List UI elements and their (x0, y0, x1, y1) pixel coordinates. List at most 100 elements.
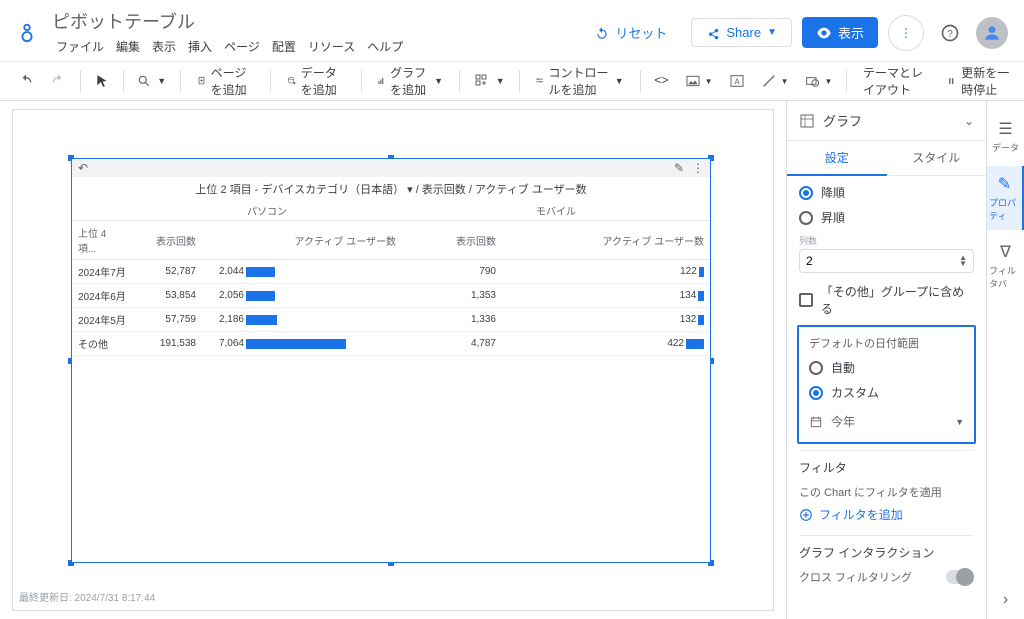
more-options-button[interactable]: ⋮ (888, 15, 924, 51)
date-picker[interactable]: 今年 ▼ (809, 409, 964, 434)
sort-section: 降順 昇順 列数 ▲▼ 「その他」グループに含める (799, 184, 974, 317)
collapse-panel-icon[interactable]: ⌄ (964, 114, 974, 128)
interaction-title: グラフ インタラクション (799, 544, 974, 561)
menu-page[interactable]: ページ (220, 36, 264, 57)
pc-views-cell: 53,854 (132, 284, 202, 308)
rail-data[interactable]: ☰ データ (987, 111, 1024, 162)
menu-edit[interactable]: 編集 (112, 36, 144, 57)
chart-more-icon[interactable]: ⋮ (692, 161, 704, 175)
column-group-headers: パソコン モバイル (72, 201, 710, 220)
calendar-icon (809, 415, 823, 429)
shape-button[interactable]: ▼ (798, 69, 838, 93)
page-plus-icon (197, 73, 207, 89)
text-button[interactable]: A (723, 69, 751, 93)
mobile-views-cell: 1,353 (402, 284, 502, 308)
chevron-down-icon: ▼ (767, 27, 777, 38)
chart-content: ↶ ✎ ⋮ 上位 2 項目 - デバイスカテゴリ（日本語） ▾ / 表示回数 /… (71, 158, 711, 563)
grid-plus-icon (474, 73, 490, 89)
tab-style[interactable]: スタイル (887, 141, 987, 176)
eye-icon (816, 25, 832, 41)
rail-filterbar[interactable]: ∇ フィルタバ (987, 234, 1024, 298)
add-chart-label: グラフを追加 (390, 64, 430, 98)
menu-insert[interactable]: 挿入 (184, 36, 216, 57)
add-filter-link[interactable]: フィルタを追加 (799, 506, 974, 523)
text-icon: A (729, 73, 745, 89)
menu-resource[interactable]: リソース (304, 36, 359, 57)
include-other-checkbox[interactable]: 「その他」グループに含める (799, 283, 974, 317)
row-label: 2024年6月 (72, 284, 132, 308)
undo-icon (18, 73, 34, 89)
reset-label: リセット (615, 23, 667, 42)
data-plus-icon (287, 73, 297, 89)
reset-button[interactable]: リセット (581, 17, 681, 48)
add-page-button[interactable]: ページを追加 (189, 60, 263, 102)
stepper-arrows[interactable]: ▲▼ (959, 255, 967, 267)
filter-desc: この Chart にフィルタを適用 (799, 484, 974, 500)
community-viz-button[interactable]: ▼ (468, 69, 511, 93)
sort-asc-radio[interactable]: 昇順 (799, 209, 974, 226)
row-label: 2024年5月 (72, 308, 132, 332)
select-tool-button[interactable] (89, 70, 115, 92)
add-control-button[interactable]: コントロールを追加 ▼ (527, 60, 631, 102)
undo-button[interactable] (12, 69, 40, 93)
pause-updates-button[interactable]: 更新を一時停止 (947, 64, 1012, 98)
toolbar: ▼ ページを追加 データを追加 グラフを追加 ▼ ▼ コントロールを追加 ▼ <… (0, 61, 1024, 101)
panel-header: グラフ ⌄ (787, 101, 986, 141)
column-count-field[interactable] (806, 254, 959, 268)
row-label: その他 (72, 332, 132, 356)
view-button[interactable]: 表示 (802, 17, 878, 48)
table-row: 2024年6月53,8542,0561,353134 (72, 284, 710, 308)
chart-edit-icon[interactable]: ✎ (674, 161, 684, 175)
chevron-down-icon: ▼ (781, 77, 789, 86)
panel-tabs: 設定 スタイル (787, 141, 986, 176)
group-pc: パソコン (132, 201, 402, 220)
col-views-pc: 表示回数 (132, 221, 202, 260)
theme-layout-button[interactable]: テーマとレイアウト (855, 60, 939, 102)
sort-desc-radio[interactable]: 降順 (799, 184, 974, 201)
rail-filterbar-label: フィルタバ (989, 264, 1022, 290)
filter-icon: ∇ (1000, 242, 1011, 262)
add-data-button[interactable]: データを追加 (279, 60, 353, 102)
pivot-icon (799, 113, 815, 129)
header-actions: リセット Share ▼ 表示 ⋮ ? (581, 15, 1008, 51)
share-button[interactable]: Share ▼ (691, 18, 792, 47)
image-button[interactable]: ▼ (679, 69, 719, 93)
menu-file[interactable]: ファイル (52, 36, 108, 57)
canvas-wrap: ↶ ✎ ⋮ 上位 2 項目 - デバイスカテゴリ（日本語） ▾ / 表示回数 /… (0, 101, 786, 619)
column-count-input[interactable]: ▲▼ (799, 249, 974, 273)
date-custom-radio[interactable]: カスタム (809, 384, 964, 401)
redo-button[interactable] (44, 69, 72, 93)
filter-title: フィルタ (799, 459, 974, 476)
shape-icon (804, 73, 820, 89)
document-title[interactable]: ピボットテーブル (52, 8, 569, 34)
rail-properties[interactable]: ✎ プロパティ (987, 166, 1024, 230)
pencil-icon: ✎ (998, 174, 1011, 194)
code-icon: <> (654, 74, 668, 88)
date-range-title: デフォルトの日付範囲 (809, 335, 964, 351)
line-button[interactable]: ▼ (755, 69, 795, 93)
menu-arrange[interactable]: 配置 (268, 36, 300, 57)
tab-setup[interactable]: 設定 (787, 141, 887, 176)
zoom-button[interactable]: ▼ (131, 70, 172, 92)
chevron-down-icon: ▼ (434, 76, 443, 86)
date-auto-radio[interactable]: 自動 (809, 359, 964, 376)
plus-circle-icon (799, 508, 813, 522)
menu-view[interactable]: 表示 (148, 36, 180, 57)
user-avatar[interactable] (976, 17, 1008, 49)
date-auto-label: 自動 (831, 359, 855, 376)
menu-help[interactable]: ヘルプ (363, 36, 407, 57)
table-header-row: 上位 4 項... 表示回数 アクティブ ユーザー数 表示回数 アクティブ ユー… (72, 221, 710, 260)
add-chart-button[interactable]: グラフを追加 ▼ (369, 60, 451, 102)
pivot-table-chart[interactable]: ↶ ✎ ⋮ 上位 2 項目 - デバイスカテゴリ（日本語） ▾ / 表示回数 /… (71, 158, 711, 563)
rail-data-label: データ (992, 141, 1019, 154)
chart-plus-icon (377, 73, 386, 89)
image-icon (685, 73, 701, 89)
share-icon (706, 26, 720, 40)
help-button[interactable]: ? (934, 17, 966, 49)
row-dimension-header: 上位 4 項... (72, 221, 132, 260)
chart-undo-icon[interactable]: ↶ (78, 161, 88, 175)
cross-filter-toggle[interactable] (946, 570, 974, 584)
embed-button[interactable]: <> (648, 70, 674, 92)
report-canvas[interactable]: ↶ ✎ ⋮ 上位 2 項目 - デバイスカテゴリ（日本語） ▾ / 表示回数 /… (12, 109, 774, 611)
properties-panel: グラフ ⌄ 設定 スタイル 降順 昇順 列数 ▲▼ (786, 101, 986, 619)
